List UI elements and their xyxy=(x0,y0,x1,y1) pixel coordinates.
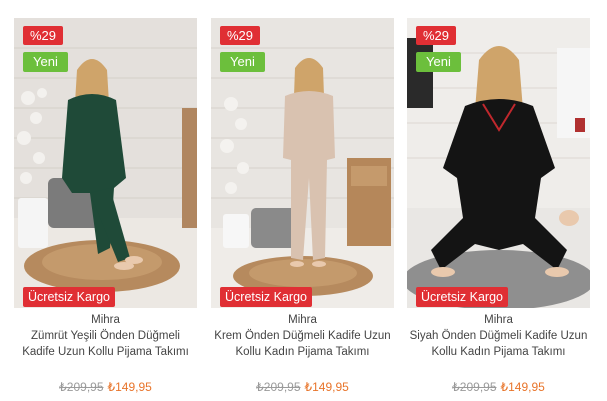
discount-badge: %29 xyxy=(220,26,261,45)
product-grid: %29 Yeni Ücretsiz Kargo Mihra Zümrüt Yeş… xyxy=(0,0,607,401)
product-image[interactable]: %29 Yeni Ücretsiz Kargo xyxy=(407,18,590,308)
product-name[interactable]: Zümrüt Yeşili Önden Düğmeli Kadife Uzun … xyxy=(14,328,197,360)
product-price: ₺209,95 ₺149,95 xyxy=(407,379,590,395)
product-card[interactable]: %29 Yeni Ücretsiz Kargo Mihra Siyah Önde… xyxy=(407,0,590,401)
product-card[interactable]: %29 Yeni Ücretsiz Kargo Mihra Zümrüt Yeş… xyxy=(14,0,197,401)
free-shipping-badge: Ücretsiz Kargo xyxy=(416,287,508,307)
product-image[interactable]: %29 Yeni Ücretsiz Kargo xyxy=(14,18,197,308)
old-price: ₺209,95 xyxy=(59,380,104,394)
discount-badge: %29 xyxy=(416,26,457,45)
product-brand[interactable]: Mihra xyxy=(211,312,394,328)
new-badge: Yeni xyxy=(220,52,265,72)
product-image[interactable]: %29 Yeni Ücretsiz Kargo xyxy=(211,18,394,308)
product-name[interactable]: Siyah Önden Düğmeli Kadife Uzun Kollu Ka… xyxy=(407,328,590,360)
old-price: ₺209,95 xyxy=(256,380,301,394)
free-shipping-badge: Ücretsiz Kargo xyxy=(220,287,312,307)
free-shipping-badge: Ücretsiz Kargo xyxy=(23,287,115,307)
product-brand[interactable]: Mihra xyxy=(407,312,590,328)
discount-badge: %29 xyxy=(23,26,64,45)
product-name[interactable]: Krem Önden Düğmeli Kadife Uzun Kollu Kad… xyxy=(211,328,394,360)
new-badge: Yeni xyxy=(23,52,68,72)
sale-price: ₺149,95 xyxy=(500,380,545,394)
sale-price: ₺149,95 xyxy=(107,380,152,394)
product-card[interactable]: %29 Yeni Ücretsiz Kargo Mihra Krem Önden… xyxy=(211,0,394,401)
product-price: ₺209,95 ₺149,95 xyxy=(14,379,197,395)
new-badge: Yeni xyxy=(416,52,461,72)
product-price: ₺209,95 ₺149,95 xyxy=(211,379,394,395)
old-price: ₺209,95 xyxy=(452,380,497,394)
product-brand[interactable]: Mihra xyxy=(14,312,197,328)
sale-price: ₺149,95 xyxy=(304,380,349,394)
